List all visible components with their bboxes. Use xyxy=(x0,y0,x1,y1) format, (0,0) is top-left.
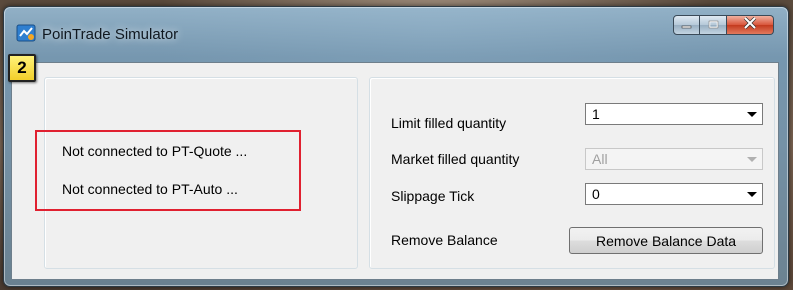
window-controls xyxy=(673,15,774,35)
minimize-button[interactable] xyxy=(673,15,700,35)
callout-badge: 2 xyxy=(8,54,36,82)
slippage-tick-value: 0 xyxy=(592,186,600,202)
client-area: Not connected to PT-Quote ... Not connec… xyxy=(11,62,779,280)
market-filled-quantity-label: Market filled quantity xyxy=(391,151,520,167)
slippage-tick-select[interactable]: 0 xyxy=(585,183,763,205)
chevron-down-icon xyxy=(747,192,757,197)
limit-filled-quantity-label: Limit filled quantity xyxy=(391,115,507,131)
remove-balance-data-button[interactable]: Remove Balance Data xyxy=(569,227,763,254)
maximize-icon xyxy=(708,16,719,34)
limit-filled-quantity-value: 1 xyxy=(592,106,600,122)
limit-filled-quantity-select[interactable]: 1 xyxy=(585,103,763,125)
window-title: PoinTrade Simulator xyxy=(42,26,179,43)
app-icon xyxy=(16,24,36,42)
market-filled-quantity-select[interactable]: All xyxy=(585,148,763,170)
minimize-icon xyxy=(681,16,692,34)
highlight-box xyxy=(35,130,301,211)
title-bar[interactable]: PoinTrade Simulator xyxy=(4,7,788,53)
slippage-tick-label: Slippage Tick xyxy=(391,188,475,204)
chevron-down-icon xyxy=(747,112,757,117)
remove-balance-label: Remove Balance xyxy=(391,232,498,248)
market-filled-quantity-value: All xyxy=(592,151,608,167)
chevron-down-icon xyxy=(747,157,757,162)
close-icon xyxy=(743,16,757,34)
close-button[interactable] xyxy=(727,15,774,35)
app-window: PoinTrade Simulator Not connected to PT-… xyxy=(3,6,789,287)
maximize-button[interactable] xyxy=(700,15,727,35)
